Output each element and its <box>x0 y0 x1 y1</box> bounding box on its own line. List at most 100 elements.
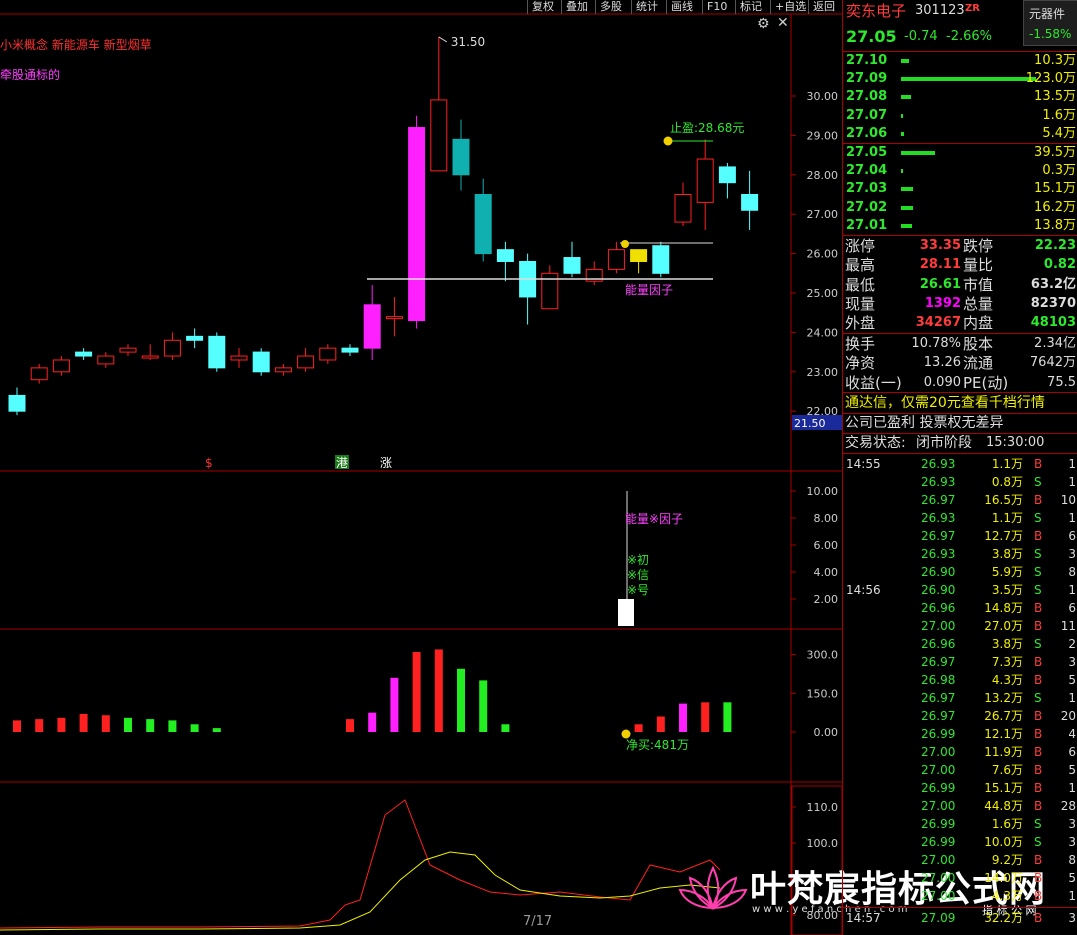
tick-side: S <box>1034 835 1042 849</box>
bid-row: 27.05 39.5万 <box>843 144 1077 162</box>
stat-label: 现量 <box>845 294 876 313</box>
candle-body <box>607 249 625 270</box>
stat2-row: 换手 10.78% 股本 2.34亿 <box>843 335 1077 353</box>
stat-value: 28.11 <box>919 257 961 273</box>
tick-row: 26.97 16.5万 B 10 <box>843 491 1077 509</box>
tick-count: 1 <box>1068 889 1076 903</box>
tick-volume: 1.1万 <box>991 511 1023 525</box>
tick-row: 26.97 7.3万 B 3 <box>843 653 1077 671</box>
overlay-button[interactable]: 叠加 <box>561 0 592 14</box>
add-favorite-button[interactable]: +自选 <box>770 0 810 14</box>
settings-icon[interactable]: ⚙ <box>757 16 770 32</box>
tick-price: 26.96 <box>921 601 956 615</box>
flow-bar <box>501 724 510 732</box>
price-tick-label: 29.00 <box>807 129 839 142</box>
flow-bar <box>79 713 88 732</box>
kline-chart-svg[interactable]: 30.00 29.00 28.00 27.00 26.00 25.00 24.00 23.00… <box>0 0 842 935</box>
tick-count: 1 <box>1068 691 1076 705</box>
tick-count: 3 <box>1068 835 1076 849</box>
tick-volume: 9.2万 <box>991 853 1023 867</box>
stat-label: 最低 <box>845 275 876 294</box>
stat-label: 总量 <box>963 294 994 313</box>
candle-body <box>452 138 470 176</box>
statistics-button[interactable]: 统计 <box>631 0 662 14</box>
divider <box>843 392 1077 393</box>
tick-side: S <box>1034 583 1042 597</box>
tick-row: 26.93 1.1万 S 1 <box>843 509 1077 527</box>
tick-price: 26.96 <box>921 637 956 651</box>
chart-area[interactable]: 30.00 29.00 28.00 27.00 26.00 25.00 24.00 23.00… <box>0 0 1045 935</box>
tick-volume: 7.6万 <box>991 763 1023 777</box>
stat-label: 换手 <box>845 335 876 353</box>
stat-value: 13.26 <box>923 355 961 371</box>
stat-row: 现量 1392 总量 82370 <box>843 295 1077 313</box>
stat-value: 7642万 <box>1029 355 1076 371</box>
tick-price: 26.98 <box>921 673 956 687</box>
ask-row: 27.09 123.0万 <box>843 70 1077 88</box>
tick-volume: 10.0万 <box>984 835 1023 849</box>
energy-factor-label: 能量因子 <box>625 283 673 297</box>
ask-volume: 10.3万 <box>1034 53 1076 68</box>
bid-price: 27.01 <box>846 217 888 233</box>
mark-button[interactable]: 标记 <box>735 0 766 14</box>
close-icon[interactable]: ✕ <box>777 15 789 31</box>
ask-volume: 1.6万 <box>1042 107 1076 123</box>
stat-value: 1392 <box>924 295 961 311</box>
tick-price: 26.93 <box>921 547 956 561</box>
tick-count: 3 <box>1068 817 1076 831</box>
tick-price: 26.93 <box>921 511 956 525</box>
draw-line-button[interactable]: 画线 <box>666 0 697 14</box>
tick-price: 26.93 <box>921 475 956 489</box>
company-notice: 公司已盈利 投票权无差异 <box>845 415 1004 431</box>
flow-tick-label: 150.0 <box>807 687 839 700</box>
take-profit-dot <box>663 136 673 146</box>
f10-button[interactable]: F10 <box>702 0 731 14</box>
tick-price: 26.97 <box>921 493 956 507</box>
net-buy-label: 净买:481万 <box>626 738 689 752</box>
multi-stock-button[interactable]: 多股 <box>595 0 626 14</box>
price-change: -0.74 <box>904 29 938 44</box>
bid-volume-bar <box>901 205 913 210</box>
bid-volume: 15.1万 <box>1034 181 1076 197</box>
tick-count: 3 <box>1068 911 1076 925</box>
tick-side: B <box>1034 799 1043 813</box>
flow-bar <box>390 677 399 732</box>
candle-body <box>496 249 514 262</box>
tick-volume: 16.5万 <box>984 493 1023 507</box>
promo-text[interactable]: 通达信，仅需20元查看千档行情 <box>845 394 1045 412</box>
stat-value: 0.090 <box>923 374 961 390</box>
price-row: 27.05 -0.74 -2.66% <box>843 26 1077 48</box>
osc-tick-label: 110.0 <box>807 801 839 814</box>
stat-value: 63.2亿 <box>1030 276 1076 292</box>
flow-bar <box>634 724 643 732</box>
tick-row: 27.00 14.0万 B 5 <box>843 869 1077 887</box>
flow-bar <box>346 719 354 732</box>
price-tick-label: 26.00 <box>807 248 839 261</box>
tick-side: B <box>1034 853 1043 867</box>
bid-price: 27.05 <box>846 145 888 160</box>
tick-row: 27.00 9.2万 B 8 <box>843 851 1077 869</box>
ask-price: 27.09 <box>846 71 888 87</box>
tick-row: 27.00 44.8万 B 28 <box>843 797 1077 815</box>
tick-row: 26.93 0.8万 S 1 <box>843 473 1077 491</box>
current-price-tag: 21.50 <box>794 417 826 430</box>
candle <box>252 348 270 376</box>
tick-count: 3 <box>1068 547 1076 561</box>
tick-row: 27.00 27.0万 B 11 <box>843 617 1077 635</box>
tick-price: 26.90 <box>921 583 956 597</box>
tick-volume: 11.9万 <box>984 745 1023 759</box>
tick-count: 6 <box>1068 529 1076 543</box>
flow-tick-label: 300.0 <box>807 649 839 662</box>
tick-row: 27.00 11.9万 B 6 <box>843 743 1077 761</box>
candle-body <box>75 351 93 357</box>
candle-body <box>186 335 204 341</box>
flow-bar <box>656 716 665 732</box>
tick-side: B <box>1034 457 1043 471</box>
stat2-row: 净资 13.26 流通 7642万 <box>843 354 1077 372</box>
flow-bar <box>368 712 377 732</box>
back-button[interactable]: 返回 <box>808 0 839 14</box>
tick-volume: 3.8万 <box>991 547 1023 561</box>
promo-row[interactable]: 通达信，仅需20元查看千档行情 <box>843 394 1077 412</box>
ask-row: 27.08 13.5万 <box>843 88 1077 106</box>
restore-rights-button[interactable]: 复权 <box>527 0 558 14</box>
